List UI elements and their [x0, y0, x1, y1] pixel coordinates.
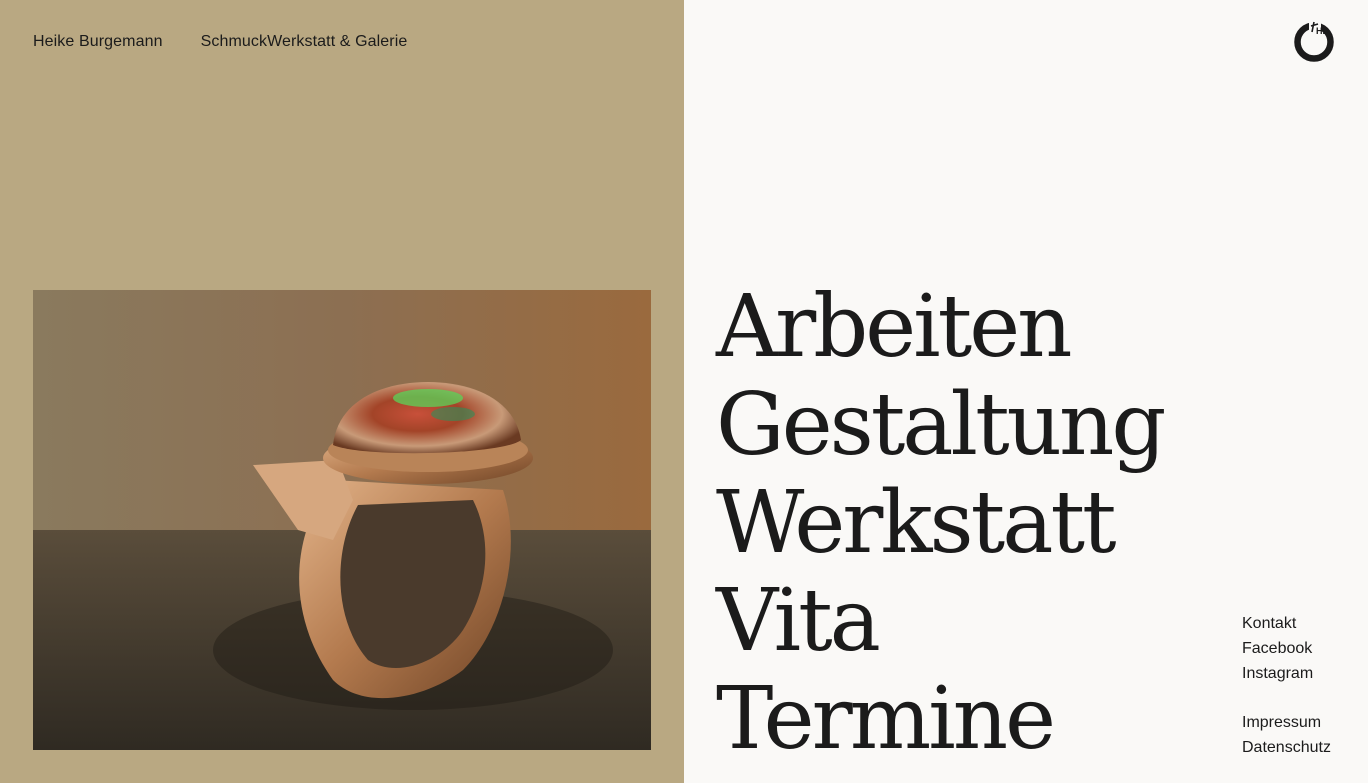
side-links: Kontakt Facebook Instagram Impressum Dat… — [1242, 611, 1331, 760]
link-group-spacer — [1242, 686, 1331, 710]
menu-item-gestaltung: Gestaltung — [716, 375, 1166, 475]
menu-link-vita[interactable]: Vita — [716, 571, 881, 671]
main-menu: Arbeiten Gestaltung Werkstatt Vita Termi… — [716, 278, 1166, 768]
menu-item-werkstatt: Werkstatt — [716, 474, 1163, 572]
left-panel: Heike Burgemann SchmuckWerkstatt & Galer… — [0, 0, 684, 783]
menu-item-termine: Termine — [716, 670, 1163, 768]
menu-link-termine[interactable]: Termine — [716, 669, 1056, 769]
menu-item-arbeiten: Arbeiten — [716, 278, 1163, 376]
kontakt-link[interactable]: Kontakt — [1242, 611, 1331, 636]
menu-link-gestaltung[interactable]: Gestaltung — [716, 375, 1166, 475]
studio-name-link[interactable]: SchmuckWerkstatt & Galerie — [201, 33, 408, 51]
instagram-link[interactable]: Instagram — [1242, 661, 1331, 686]
datenschutz-link[interactable]: Datenschutz — [1242, 735, 1331, 760]
ring-with-opal-icon — [33, 290, 651, 750]
hb-ring-logo-icon[interactable]: HB — [1292, 18, 1336, 62]
menu-link-arbeiten[interactable]: Arbeiten — [716, 277, 1073, 377]
owner-name-link[interactable]: Heike Burgemann — [33, 33, 163, 51]
hero-ring-photo — [33, 290, 651, 750]
menu-item-vita: Vita — [716, 572, 1163, 670]
menu-link-werkstatt[interactable]: Werkstatt — [716, 473, 1117, 573]
logo-monogram: HB — [1316, 26, 1329, 36]
impressum-link[interactable]: Impressum — [1242, 710, 1331, 735]
top-navigation: Heike Burgemann SchmuckWerkstatt & Galer… — [33, 33, 407, 51]
facebook-link[interactable]: Facebook — [1242, 636, 1331, 661]
